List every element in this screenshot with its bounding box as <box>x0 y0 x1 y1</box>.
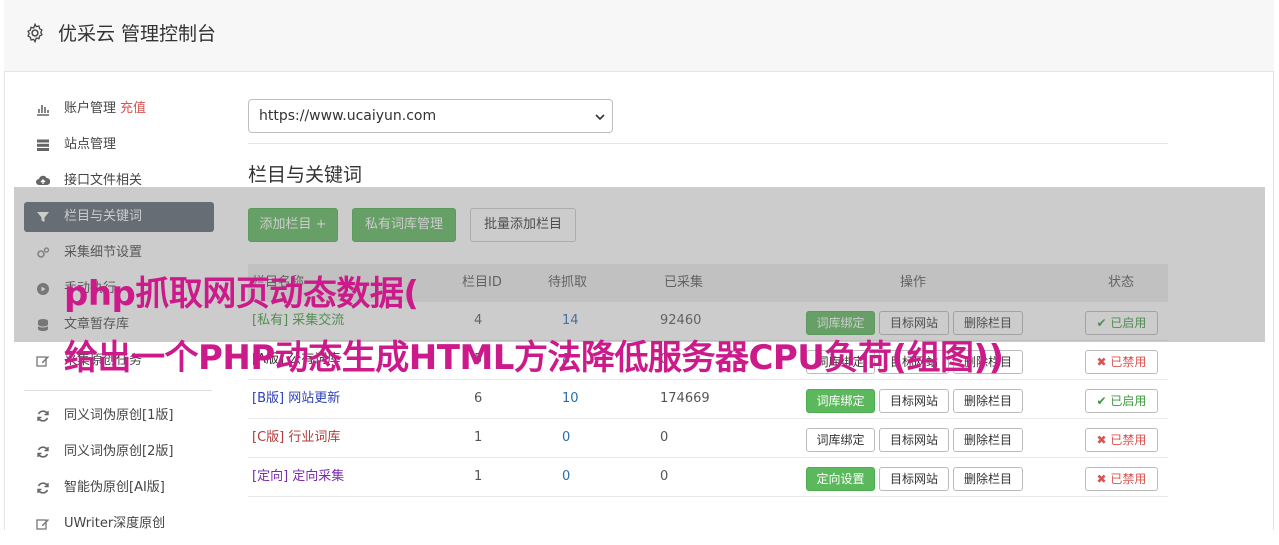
header-bar: 优采云 管理控制台 <box>4 0 1274 72</box>
target-site-button[interactable]: 目标网站 <box>879 389 949 413</box>
target-site-button[interactable]: 目标网站 <box>879 428 949 452</box>
column-name[interactable]: [B版] 网站更新 <box>252 380 340 418</box>
table-row: [C版] 行业词库 1 0 0 词库绑定 目标网站 删除栏目 ✖ 已禁用 <box>248 419 1168 458</box>
delete-column-button[interactable]: 删除栏目 <box>953 467 1023 491</box>
overlay-banner <box>14 187 1265 342</box>
status-toggle[interactable]: ✖ 已禁用 <box>1085 350 1158 374</box>
sidebar-item[interactable]: 账户管理 充值 <box>24 94 214 124</box>
gear-icon <box>27 22 43 44</box>
status-toggle[interactable]: ✔ 已启用 <box>1085 389 1158 413</box>
status-label: 已禁用 <box>1110 355 1147 369</box>
site-select[interactable]: https://www.ucaiyun.com <box>248 99 613 133</box>
sidebar-item[interactable]: 同义词伪原创[2版] <box>24 437 214 467</box>
column-tag: [B版] <box>252 391 285 406</box>
table-row: [定向] 定向采集 1 0 0 定向设置 目标网站 删除栏目 ✖ 已禁用 <box>248 458 1168 497</box>
sidebar-item-label: 智能伪原创[AI版] <box>64 480 165 495</box>
collected-count: 0 <box>660 430 669 445</box>
chevron-down-icon <box>595 114 605 121</box>
sidebar-item[interactable]: UWriter深度原创 <box>24 509 214 539</box>
cross-icon: ✖ <box>1096 355 1111 369</box>
delete-column-button[interactable]: 删除栏目 <box>953 428 1023 452</box>
status-label: 已禁用 <box>1110 433 1147 447</box>
sidebar-item-label: 同义词伪原创[1版] <box>64 408 174 423</box>
table-row: [B版] 网站更新 6 10 174669 词库绑定 目标网站 删除栏目 ✔ 已启用 <box>248 380 1168 419</box>
refresh-icon <box>37 482 49 494</box>
column-id: 6 <box>474 391 483 406</box>
cross-icon: ✖ <box>1096 433 1111 447</box>
bind-lib-button[interactable]: 词库绑定 <box>806 428 875 452</box>
status-label: 已禁用 <box>1110 472 1147 486</box>
divider <box>248 143 1168 144</box>
column-name[interactable]: [C版] 行业词库 <box>252 419 340 457</box>
status-label: 已启用 <box>1110 394 1147 408</box>
cross-icon: ✖ <box>1096 472 1111 486</box>
column-title: 网站更新 <box>288 391 341 406</box>
page-title: 优采云 管理控制台 <box>58 23 217 45</box>
column-name[interactable]: [定向] 定向采集 <box>252 458 344 496</box>
bind-lib-button[interactable]: 词库绑定 <box>806 389 875 413</box>
site-select-value: https://www.ucaiyun.com <box>259 108 437 124</box>
edit-icon <box>36 519 49 530</box>
bar-chart-icon <box>37 105 49 116</box>
server-icon <box>37 139 49 151</box>
pending-count[interactable]: 10 <box>562 380 579 418</box>
collected-count: 174669 <box>660 391 710 406</box>
target-site-button[interactable]: 目标网站 <box>879 467 949 491</box>
status-toggle[interactable]: ✖ 已禁用 <box>1085 467 1158 491</box>
status-toggle[interactable]: ✖ 已禁用 <box>1085 428 1158 452</box>
cloud-upload-icon <box>36 175 50 185</box>
edit-icon <box>36 356 49 367</box>
sidebar-item[interactable]: 站点管理 <box>24 130 214 160</box>
sidebar-item-label: 账户管理 <box>64 101 117 116</box>
overlay-line-1: php抓取网页动态数据( <box>64 274 419 314</box>
sidebar-item-label: 同义词伪原创[2版] <box>64 444 174 459</box>
pending-count[interactable]: 0 <box>562 458 570 496</box>
column-tag: [定向] <box>252 469 289 484</box>
column-id: 1 <box>474 469 483 484</box>
sidebar-item-label: UWriter深度原创 <box>64 516 166 531</box>
overlay-line-2: 给出一个PHP动态生成HTML方法降低服务器CPU负荷(组图)) <box>64 338 1004 378</box>
sidebar-item-label: 站点管理 <box>64 137 117 152</box>
column-tag: [C版] <box>252 430 285 445</box>
bind-lib-button[interactable]: 定向设置 <box>806 467 875 491</box>
column-title: 定向采集 <box>292 469 345 484</box>
delete-column-button[interactable]: 删除栏目 <box>953 389 1023 413</box>
section-title: 栏目与关键词 <box>248 164 363 186</box>
refresh-icon <box>37 410 49 422</box>
check-icon: ✔ <box>1096 394 1111 408</box>
pending-count[interactable]: 0 <box>562 419 570 457</box>
recharge-link[interactable]: 充值 <box>120 101 146 116</box>
column-id: 1 <box>474 430 483 445</box>
column-title: 行业词库 <box>288 430 341 445</box>
sidebar-item-label: 接口文件相关 <box>64 173 143 188</box>
refresh-icon <box>37 446 49 458</box>
collected-count: 0 <box>660 469 669 484</box>
sidebar-item[interactable]: 同义词伪原创[1版] <box>24 401 214 431</box>
sidebar-divider <box>24 390 212 391</box>
sidebar-item[interactable]: 智能伪原创[AI版] <box>24 473 214 503</box>
